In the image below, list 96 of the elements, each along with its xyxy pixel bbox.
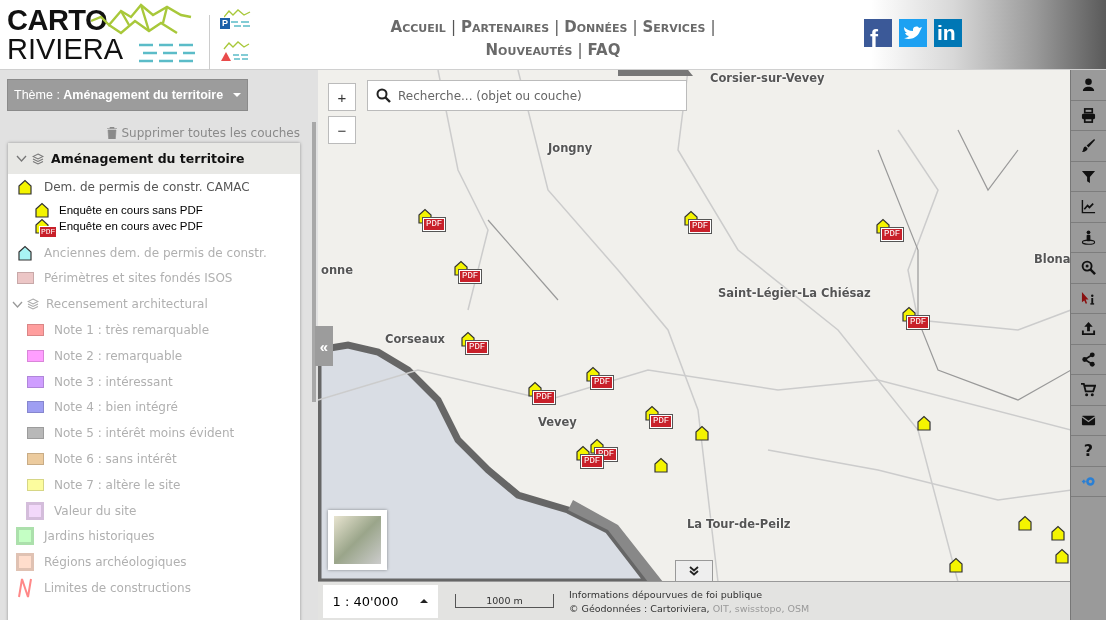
place-label: onne xyxy=(321,263,354,277)
pdf-badge: PDF xyxy=(423,218,446,231)
layer-name[interactable]: Recensement architectural xyxy=(46,297,208,312)
legend-label: Enquête en cours sans PDF xyxy=(59,203,203,216)
chevron-down-icon[interactable] xyxy=(16,155,27,162)
hazard-icon xyxy=(220,41,251,63)
photo-placeholder xyxy=(334,516,381,564)
parking-sign: P xyxy=(220,18,231,29)
house-marker-icon xyxy=(948,557,964,573)
layer-name[interactable]: Note 4 : bien intégré xyxy=(54,400,178,415)
place-label: Corsier-sur-Vevey xyxy=(710,71,825,85)
pdf-badge: PDF xyxy=(581,455,604,468)
remove-all-layers-link[interactable]: Supprimer toutes les couches xyxy=(107,124,300,142)
place-label: Blona xyxy=(1034,252,1070,266)
layer-name[interactable]: Note 1 : très remarquable xyxy=(54,323,210,338)
layer-name[interactable]: Régions archéologiques xyxy=(44,555,187,570)
place-label: Jongny xyxy=(548,141,593,155)
nav-link[interactable]: Accueil xyxy=(390,16,446,39)
double-chevron-down-icon xyxy=(689,566,699,576)
scale-bar: 1000 m xyxy=(455,594,554,608)
water-icon xyxy=(231,20,252,30)
house-marker-icon xyxy=(653,457,669,473)
house-marker-icon xyxy=(1054,548,1070,564)
nav-separator: | xyxy=(450,17,456,38)
overview-map[interactable] xyxy=(328,510,387,570)
layer-name[interactable]: Valeur du site xyxy=(54,503,137,518)
theme-dropdown[interactable]: Thème : Aménagement du territoire xyxy=(7,79,249,111)
linkedin-icon[interactable]: in xyxy=(934,19,962,47)
pdf-badge: PDF xyxy=(881,228,904,241)
pdf-badge: PDF xyxy=(533,391,556,404)
search-field[interactable]: Recherche... (objet ou couche) xyxy=(367,80,687,111)
nav-link[interactable]: Partenaires xyxy=(460,16,550,39)
logo-text: CARTO xyxy=(7,6,109,35)
trash-icon xyxy=(107,127,118,139)
nav-separator: | xyxy=(710,17,716,38)
layer-name[interactable]: Anciennes dem. de permis de constr. xyxy=(44,245,267,260)
logo-text: RIVIERA xyxy=(7,35,124,64)
chevron-down-icon[interactable] xyxy=(12,300,23,308)
place-label: La Tour-de-Peilz xyxy=(687,517,791,531)
zoom-icon xyxy=(1081,260,1096,276)
street-view-icon xyxy=(1081,229,1096,245)
pdf-badge: PDF xyxy=(466,341,489,354)
user-icon xyxy=(1081,77,1096,93)
scrollbar[interactable] xyxy=(312,122,316,402)
filter-icon xyxy=(1081,168,1096,184)
layer-name[interactable]: Limites de constructions xyxy=(44,581,191,596)
place-label: Vevey xyxy=(538,415,577,429)
layer-name[interactable]: Note 3 : intéressant xyxy=(54,374,173,389)
layer-name[interactable]: Note 5 : intérêt moins évident xyxy=(54,426,235,441)
legend-label: Enquête en cours avec PDF xyxy=(59,219,203,232)
facebook-icon[interactable]: f xyxy=(864,19,892,47)
pdf-badge: PDF xyxy=(689,220,712,233)
place-label: Corseaux xyxy=(385,332,446,346)
attribution-text: © Géodonnées : Cartoriviera, OIT, swisstopo, OSM xyxy=(569,602,810,614)
layer-name[interactable]: Jardins historiques xyxy=(44,529,155,544)
layer-name[interactable]: Dem. de permis de constr. CAMAC xyxy=(44,179,250,194)
twitter-icon[interactable] xyxy=(899,19,927,47)
zoom-out-button[interactable]: − xyxy=(328,116,356,144)
pdf-badge: PDF xyxy=(650,415,673,428)
place-label: Saint-Légier-La Chiésaz xyxy=(718,286,871,300)
mountain-lines-icon xyxy=(224,9,253,19)
search-icon xyxy=(376,88,391,103)
nav-link[interactable]: FAQ xyxy=(587,39,621,62)
nav-link[interactable]: Données xyxy=(564,16,628,39)
cart-icon xyxy=(1081,382,1096,398)
brush-icon xyxy=(1081,138,1096,154)
house-marker-icon xyxy=(1050,525,1066,541)
layer-name[interactable]: Note 2 : remarquable xyxy=(54,348,183,363)
info-pointer-icon xyxy=(1081,290,1096,306)
nav-separator: | xyxy=(577,40,583,61)
pdf-badge: PDF xyxy=(39,225,58,238)
upload-icon xyxy=(1081,321,1096,337)
house-marker-icon xyxy=(694,425,710,441)
scale-selector[interactable]: 1 : 40'000 xyxy=(323,584,438,618)
disclaimer-text: Informations dépourvues de foi publique xyxy=(569,588,764,600)
nav-link[interactable]: Nouveautés xyxy=(485,39,573,62)
layers-icon xyxy=(32,152,44,165)
chart-icon xyxy=(1081,199,1096,215)
print-icon xyxy=(1081,107,1096,123)
layers-icon xyxy=(27,298,39,311)
nav-separator: | xyxy=(554,17,560,38)
pdf-badge: PDF xyxy=(459,270,482,283)
layer-name[interactable]: Note 6 : sans intérêt xyxy=(54,452,177,467)
pdf-badge: PDF xyxy=(591,376,614,389)
layer-name[interactable]: Périmètres et sites fondés ISOS xyxy=(44,271,233,286)
house-icon xyxy=(34,201,50,218)
house-marker-icon xyxy=(1017,515,1033,531)
collapse-panel-button[interactable]: « xyxy=(315,326,333,366)
pdf-badge: PDF xyxy=(907,316,930,329)
nav-separator: | xyxy=(632,17,638,38)
nav-link[interactable]: Services xyxy=(642,16,706,39)
expand-button[interactable] xyxy=(675,560,713,581)
zoom-in-button[interactable]: + xyxy=(328,83,356,111)
house-marker-icon xyxy=(916,415,932,431)
layer-name[interactable]: Note 7 : altère le site xyxy=(54,477,181,492)
share-icon xyxy=(1081,351,1096,367)
